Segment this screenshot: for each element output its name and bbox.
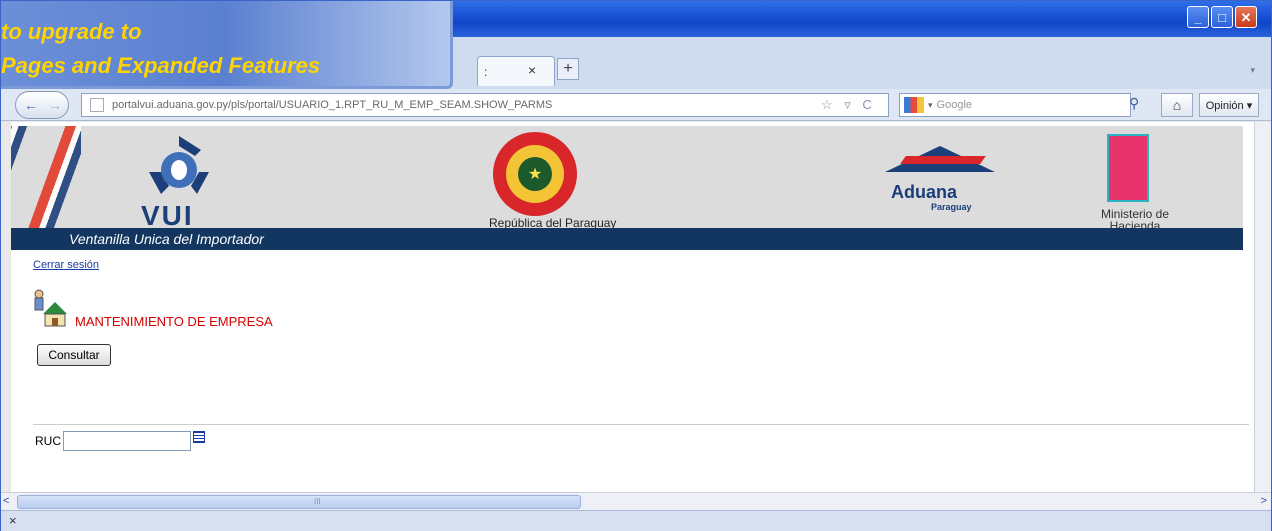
page-favicon-icon <box>90 98 104 112</box>
logout-link[interactable]: Cerrar sesión <box>33 259 99 271</box>
aduana-logo: Aduana Paraguay <box>885 146 995 216</box>
google-icon[interactable] <box>904 97 924 113</box>
search-bar[interactable]: ▾ Google <box>899 93 1131 117</box>
list-lookup-icon[interactable] <box>193 431 205 443</box>
header-bar-text: Ventanilla Unica del Importador <box>69 231 264 247</box>
maximize-button[interactable]: □ <box>1211 6 1233 28</box>
upgrade-line-2: Pages and Expanded Features <box>1 53 321 78</box>
minimize-button[interactable]: _ <box>1187 6 1209 28</box>
close-button[interactable]: ✕ <box>1235 6 1257 28</box>
url-text[interactable]: portalvui.aduana.gov.py/pls/portal/USUAR… <box>112 99 552 111</box>
tab-close-icon[interactable]: × <box>528 62 536 78</box>
upgrade-banner[interactable]: to upgrade to Pages and Expanded Feature… <box>1 1 453 89</box>
active-tab[interactable]: : <box>477 56 555 86</box>
bookmark-reload-icons[interactable]: ☆ ▿ C <box>821 97 876 113</box>
site-header: VUI ★ República del Paraguay Aduana Para… <box>11 126 1243 232</box>
opinion-button[interactable]: Opinión ▾ <box>1199 93 1259 117</box>
search-icon[interactable]: ⚲ <box>1129 95 1149 115</box>
home-button[interactable]: ⌂ <box>1161 93 1193 117</box>
ruc-input[interactable] <box>63 431 191 451</box>
divider <box>33 424 1249 425</box>
ministry-badge-icon <box>1107 134 1149 202</box>
back-arrow-icon[interactable]: ← <box>24 97 38 113</box>
scroll-right-arrow-icon[interactable]: > <box>1261 495 1267 507</box>
aduana-name: Aduana <box>891 182 958 202</box>
flag-stripes <box>11 126 81 232</box>
forward-arrow-icon[interactable]: → <box>48 97 62 113</box>
search-placeholder: Google <box>936 99 973 111</box>
upgrade-line-1: to upgrade to <box>1 19 142 44</box>
scroll-grip-icon: III <box>314 497 321 506</box>
aduana-subtitle: Paraguay <box>931 202 972 212</box>
ruc-label: RUC <box>35 434 61 448</box>
aduana-roof-stripe <box>900 156 986 164</box>
back-forward-buttons: ← → <box>15 91 69 119</box>
section-title: MANTENIMIENTO DE EMPRESA <box>75 314 273 329</box>
consultar-button[interactable]: Consultar <box>37 344 111 366</box>
page-viewport: VUI ★ República del Paraguay Aduana Para… <box>11 122 1264 492</box>
company-house-icon <box>34 289 67 327</box>
vertical-scrollbar[interactable] <box>1254 122 1271 492</box>
tab-list-icon[interactable]: ▾ <box>1250 65 1255 76</box>
vui-logo-icon <box>149 136 209 194</box>
paraguay-seal-icon: ★ <box>493 132 577 216</box>
scroll-thumb[interactable]: III <box>17 495 581 509</box>
tab-title: : <box>484 65 488 79</box>
scroll-left-arrow-icon[interactable]: < <box>3 495 9 507</box>
new-tab-button[interactable]: + <box>557 58 579 80</box>
header-bar: Ventanilla Unica del Importador <box>11 228 1243 250</box>
search-engine-dropdown-icon[interactable]: ▾ <box>928 100 933 111</box>
status-bar: × <box>1 510 1271 531</box>
horizontal-scrollbar[interactable]: < III > <box>1 492 1271 510</box>
browser-window: _ □ ✕ : × + ▾ ← → portalvui.aduana.gov.p… <box>0 0 1272 531</box>
status-close-icon[interactable]: × <box>9 513 17 528</box>
window-controls: _ □ ✕ <box>1187 6 1257 28</box>
url-bar[interactable]: portalvui.aduana.gov.py/pls/portal/USUAR… <box>81 93 889 117</box>
